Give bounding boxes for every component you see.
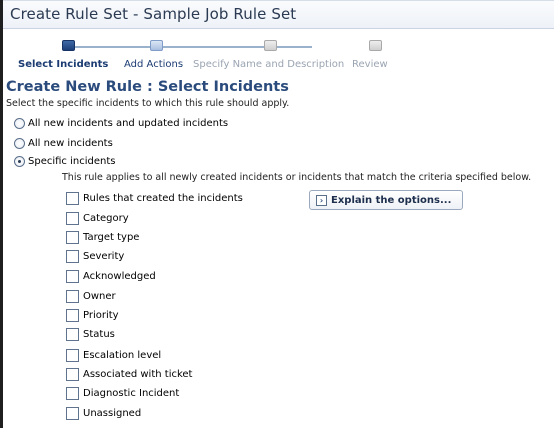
title-bar: Create Rule Set - Sample Job Rule Set	[3, 0, 554, 29]
checkbox-label: Diagnostic Incident	[83, 388, 180, 399]
left-border	[0, 0, 3, 428]
checkbox-status[interactable]: Status	[66, 327, 115, 342]
checkbox-target-type[interactable]: Target type	[66, 230, 139, 245]
checkbox-label: Associated with ticket	[83, 369, 193, 380]
checkbox[interactable]	[66, 192, 79, 205]
checkbox[interactable]	[66, 270, 79, 283]
checkbox[interactable]	[66, 368, 79, 381]
step-add-actions[interactable]: Add Actions	[124, 59, 183, 70]
section-heading: Create New Rule : Select Incidents	[6, 79, 289, 95]
step-review-marker	[369, 40, 382, 51]
checkbox-label: Severity	[83, 251, 125, 262]
checkbox[interactable]	[66, 250, 79, 263]
step-add-actions-marker[interactable]	[150, 40, 163, 51]
instruction-text: Select the specific incidents to which t…	[6, 98, 290, 109]
checkbox[interactable]	[66, 349, 79, 362]
radio-button[interactable]	[14, 117, 25, 129]
checkbox-label: Unassigned	[83, 408, 142, 419]
radio-label: All new incidents	[28, 137, 113, 149]
checkbox-rules-created[interactable]: Rules that created the incidents	[66, 191, 243, 206]
checkbox-label: Category	[83, 213, 129, 224]
explain-options-label: Explain the options...	[331, 194, 452, 206]
checkbox[interactable]	[66, 407, 79, 420]
checkbox-associated-ticket[interactable]: Associated with ticket	[66, 367, 192, 382]
checkbox-label: Target type	[83, 232, 140, 243]
checkbox-category[interactable]: Category	[66, 211, 129, 226]
step-specify-name-description: Specify Name and Description	[193, 59, 345, 70]
radio-specific-incidents[interactable]: Specific incidents	[14, 154, 115, 168]
checkbox-acknowledged[interactable]: Acknowledged	[66, 269, 156, 284]
radio-label: Specific incidents	[28, 155, 116, 167]
checkbox[interactable]	[66, 387, 79, 400]
rule-set-wizard-page: Create Rule Set - Sample Job Rule Set Se…	[0, 0, 554, 428]
checkbox-label: Rules that created the incidents	[83, 193, 243, 204]
checkbox[interactable]	[66, 309, 79, 322]
radio-button[interactable]	[14, 137, 25, 149]
checkbox-owner[interactable]: Owner	[66, 289, 116, 304]
checkbox-label: Escalation level	[83, 350, 162, 361]
checkbox-label: Priority	[83, 310, 119, 321]
radio-button-selected[interactable]	[14, 155, 25, 167]
checkbox-escalation-level[interactable]: Escalation level	[66, 348, 161, 363]
checkbox-label: Owner	[83, 291, 116, 302]
checkbox-priority[interactable]: Priority	[66, 308, 119, 323]
checkbox-label: Status	[83, 329, 115, 340]
checkbox[interactable]	[66, 290, 79, 303]
criteria-note: This rule applies to all newly created i…	[62, 172, 532, 183]
checkbox-diagnostic-incident[interactable]: Diagnostic Incident	[66, 386, 179, 401]
explain-options-button[interactable]: › Explain the options...	[309, 190, 463, 210]
step-select-incidents-marker	[62, 40, 75, 51]
step-review: Review	[352, 59, 388, 70]
step-specify-name-marker	[264, 40, 277, 51]
checkbox[interactable]	[66, 328, 79, 341]
checkbox-severity[interactable]: Severity	[66, 249, 124, 264]
checkbox[interactable]	[66, 231, 79, 244]
checkbox-label: Acknowledged	[83, 271, 156, 282]
radio-all-new[interactable]: All new incidents	[14, 136, 113, 150]
page-title: Create Rule Set - Sample Job Rule Set	[10, 5, 297, 23]
checkbox-unassigned[interactable]: Unassigned	[66, 406, 141, 421]
checkbox[interactable]	[66, 212, 79, 225]
step-select-incidents: Select Incidents	[18, 59, 109, 70]
radio-all-new-and-updated[interactable]: All new incidents and updated incidents	[14, 116, 228, 130]
chevron-right-icon: ›	[316, 194, 327, 206]
radio-label: All new incidents and updated incidents	[28, 117, 229, 129]
